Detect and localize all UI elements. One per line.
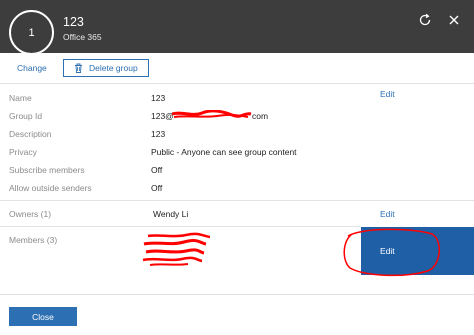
refresh-icon[interactable] (418, 13, 432, 27)
close-button[interactable]: Close (9, 307, 77, 326)
group-id-prefix: 123@ (151, 111, 174, 121)
group-id-label: Group Id (9, 111, 43, 121)
divider (0, 294, 474, 295)
divider (0, 226, 361, 227)
group-id-suffix: com (252, 111, 269, 121)
redaction-scribble-email (172, 110, 252, 118)
group-subtitle: Office 365 (63, 32, 102, 42)
close-button-label: Close (32, 311, 54, 322)
privacy-value: Public - Anyone can see group content (151, 147, 297, 157)
highlight-circle-annotation (343, 228, 440, 277)
trash-icon (75, 63, 82, 73)
panel-header: 1 123 Office 365 (0, 0, 474, 55)
subscribe-members-label: Subscribe members (9, 165, 85, 175)
close-icon[interactable] (447, 13, 461, 27)
change-link[interactable]: Change (17, 63, 47, 73)
subscribe-members-value: Off (151, 165, 163, 175)
avatar-initial: 1 (28, 26, 35, 39)
group-title: 123 (63, 15, 84, 29)
edit-owners-link[interactable]: Edit (380, 209, 395, 219)
owners-label: Owners (1) (9, 209, 52, 219)
delete-group-button[interactable]: Delete group (63, 59, 149, 77)
redaction-scribble-members (142, 232, 211, 266)
delete-group-label: Delete group (89, 63, 138, 73)
description-value: 123 (151, 129, 166, 139)
owners-value: Wendy Li (153, 209, 189, 219)
avatar: 1 (9, 10, 54, 55)
edit-details-link[interactable]: Edit (380, 89, 395, 99)
divider (0, 200, 474, 201)
name-value: 123 (151, 93, 166, 103)
privacy-label: Privacy (9, 147, 37, 157)
allow-outside-senders-label: Allow outside senders (9, 183, 92, 193)
members-label: Members (3) (9, 235, 58, 245)
description-label: Description (9, 129, 52, 139)
allow-outside-senders-value: Off (151, 183, 163, 193)
name-label: Name (9, 93, 32, 103)
divider (0, 83, 474, 84)
